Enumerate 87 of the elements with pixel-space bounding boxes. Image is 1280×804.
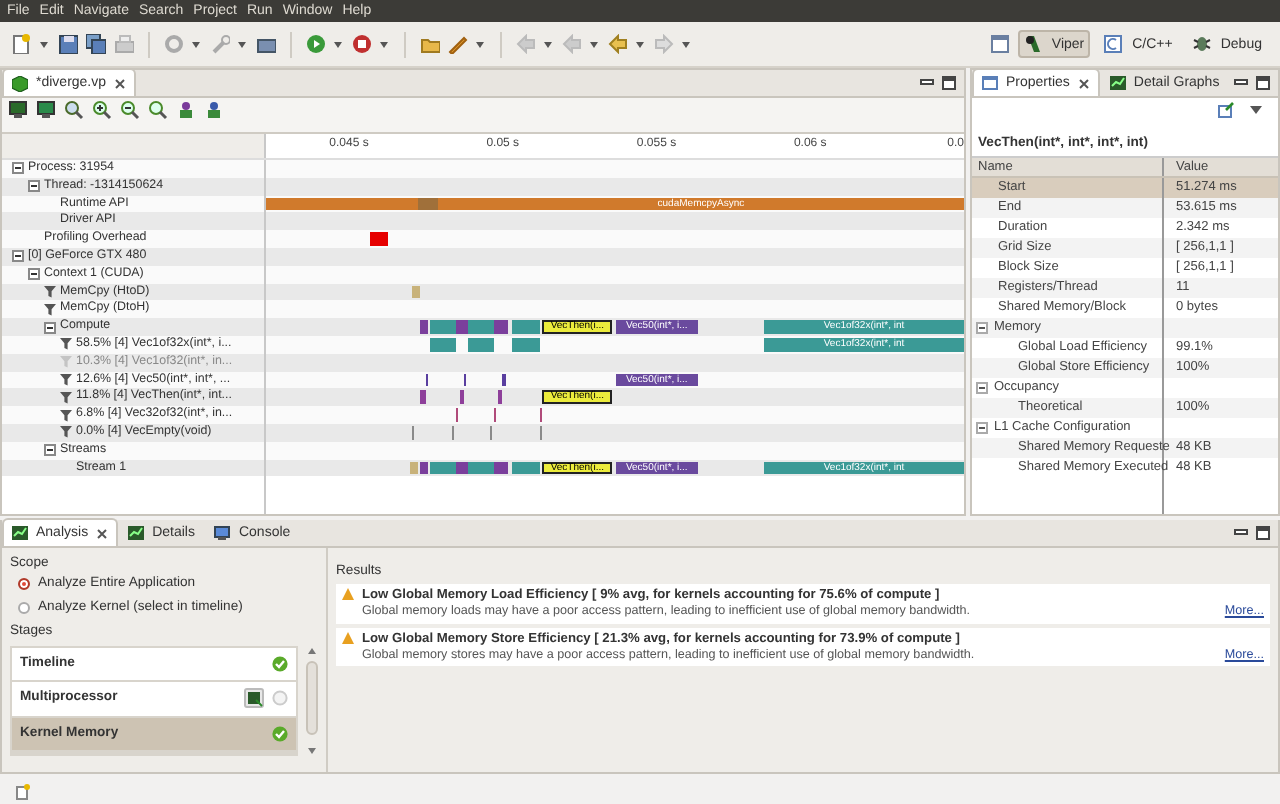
people-icon[interactable] <box>176 100 196 120</box>
timeline-bar[interactable] <box>463 373 467 387</box>
monitor-icon[interactable] <box>8 100 28 120</box>
timeline-bar[interactable] <box>430 461 457 475</box>
timeline-bar[interactable] <box>456 408 459 422</box>
funnel-icon[interactable] <box>60 338 72 351</box>
timeline-bar[interactable] <box>497 390 503 405</box>
collapse-icon[interactable] <box>976 422 988 435</box>
caret-icon[interactable] <box>40 39 50 49</box>
warning-icon <box>342 631 354 644</box>
pin-icon[interactable] <box>1218 102 1234 118</box>
scrollbar-icon[interactable] <box>306 645 318 756</box>
collapse-icon[interactable] <box>12 162 24 175</box>
timeline-bar[interactable] <box>459 390 464 405</box>
funnel-icon[interactable] <box>60 373 72 386</box>
close-icon[interactable] <box>1077 77 1090 89</box>
timeline-bar[interactable] <box>539 408 542 422</box>
timeline-bar[interactable] <box>456 461 468 475</box>
radio-button[interactable] <box>18 602 30 615</box>
timeline-bar[interactable] <box>419 461 429 475</box>
funnel-icon[interactable] <box>60 426 72 439</box>
chart-button-icon[interactable] <box>244 688 264 709</box>
timeline-bar[interactable] <box>502 373 506 387</box>
open-perspective-icon[interactable] <box>989 34 1010 54</box>
caret-icon[interactable] <box>590 39 600 49</box>
cube-icon <box>12 75 28 91</box>
zoom-out-icon[interactable] <box>120 100 140 120</box>
timeline-bar[interactable] <box>418 197 438 211</box>
minimize-icon[interactable] <box>1234 76 1248 88</box>
back-arrow-icon[interactable] <box>608 34 628 54</box>
caret-icon[interactable] <box>476 39 486 49</box>
folder-icon[interactable] <box>420 34 440 54</box>
close-icon[interactable] <box>96 527 109 539</box>
close-icon[interactable] <box>114 77 127 89</box>
caret-icon[interactable] <box>682 39 692 49</box>
funnel-icon[interactable] <box>60 391 72 404</box>
maximize-icon[interactable] <box>942 76 956 90</box>
minimize-icon[interactable] <box>920 76 934 88</box>
menu-icon[interactable] <box>1250 106 1262 114</box>
collapse-icon[interactable] <box>44 321 56 334</box>
caret-icon[interactable] <box>334 39 344 49</box>
save-all-icon[interactable] <box>86 34 106 54</box>
radio-button[interactable] <box>18 578 30 591</box>
new-file-icon[interactable] <box>12 34 32 54</box>
minimize-icon[interactable] <box>1234 526 1248 538</box>
timeline-bar[interactable] <box>512 337 541 352</box>
timeline-bar[interactable] <box>425 373 429 387</box>
timeline-bar[interactable] <box>468 337 494 352</box>
zoom-fit-icon[interactable] <box>148 100 168 120</box>
timeline-bar[interactable] <box>494 408 497 422</box>
pencil-icon[interactable] <box>448 34 468 54</box>
c-file-icon <box>1104 34 1125 54</box>
timeline-bar[interactable] <box>419 320 429 334</box>
play-icon[interactable] <box>306 34 326 54</box>
collapse-icon[interactable] <box>28 268 40 281</box>
warning-icon <box>342 588 354 601</box>
chart-icon <box>128 526 145 540</box>
caret-icon[interactable] <box>544 39 554 49</box>
collapse-icon[interactable] <box>976 322 988 335</box>
collapse-icon[interactable] <box>12 250 24 263</box>
caret-icon[interactable] <box>636 39 646 49</box>
collapse-icon[interactable] <box>976 382 988 395</box>
monitor-icon <box>214 526 231 540</box>
funnel-icon[interactable] <box>44 285 56 298</box>
funnel-icon[interactable] <box>60 409 72 422</box>
timeline-bar[interactable] <box>420 390 426 405</box>
stop-icon[interactable] <box>352 34 372 54</box>
collapse-icon[interactable] <box>44 444 56 457</box>
people-icon[interactable] <box>204 100 224 120</box>
chart-icon <box>12 526 28 540</box>
caret-icon[interactable] <box>192 39 202 49</box>
zoom-in-icon[interactable] <box>92 100 112 120</box>
maximize-icon[interactable] <box>1256 76 1270 90</box>
collapse-icon[interactable] <box>28 180 40 193</box>
maximize-icon[interactable] <box>1256 526 1270 540</box>
status-icon[interactable] <box>16 783 30 799</box>
caret-icon[interactable] <box>238 39 248 49</box>
timeline-bar[interactable] <box>430 337 457 352</box>
window-icon <box>982 76 998 90</box>
chart-icon <box>1109 76 1126 90</box>
bug-icon <box>1192 34 1213 54</box>
magnifier-icon[interactable] <box>64 100 84 120</box>
caret-icon[interactable] <box>380 39 390 49</box>
monitor-icon[interactable] <box>36 100 56 120</box>
timeline-bar[interactable] <box>369 232 389 246</box>
funnel-icon[interactable] <box>44 303 56 316</box>
save-icon[interactable] <box>58 34 78 54</box>
